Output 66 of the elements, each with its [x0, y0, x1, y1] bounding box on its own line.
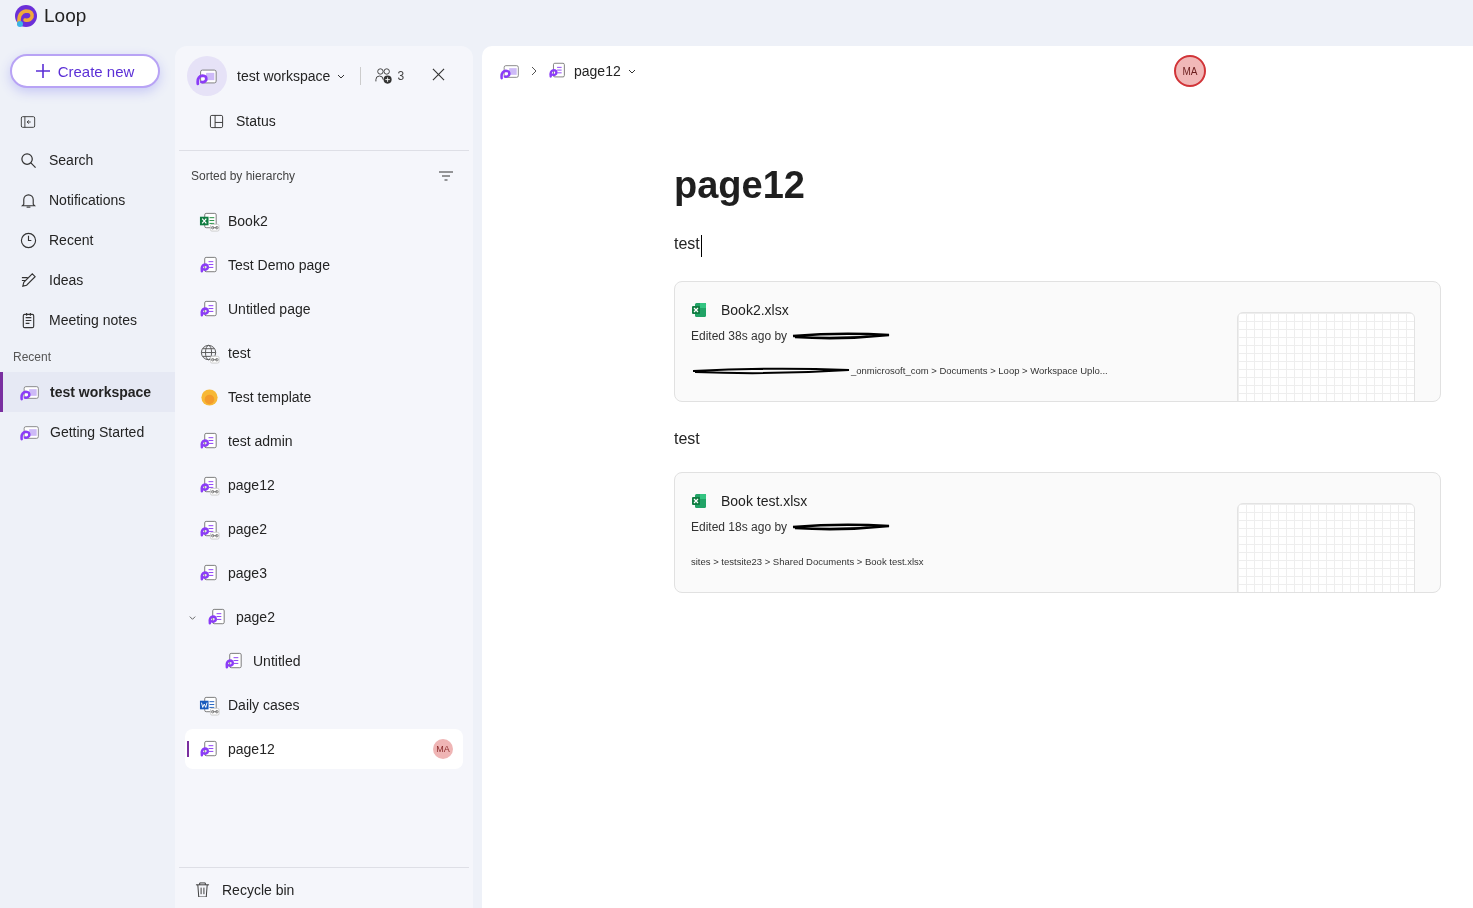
- workspace-icon: [196, 66, 218, 86]
- page-tree-item[interactable]: page2: [185, 509, 463, 549]
- page-tree-item[interactable]: Test template: [185, 377, 463, 417]
- trash-icon: [195, 882, 210, 897]
- page-tree-item[interactable]: Test Demo page: [185, 245, 463, 285]
- workspace-switcher[interactable]: test workspace: [237, 68, 347, 84]
- file-card[interactable]: Book2.xlsx Edited 38s ago by _onmicrosoft_com > Documents > Loop > Workspace Uplo...: [674, 281, 1441, 402]
- plus-icon: [35, 61, 50, 81]
- loop-page-icon: [548, 61, 568, 81]
- filter-icon: [439, 171, 453, 181]
- recent-workspace-item[interactable]: Getting Started: [0, 412, 175, 452]
- file-path: _onmicrosoft_com > Documents > Loop > Workspace Uplo...: [851, 365, 1108, 376]
- page-tree-item[interactable]: Untitled: [185, 641, 463, 681]
- nav-item[interactable]: Recent: [49, 232, 94, 248]
- loop-logo-icon: [14, 4, 38, 28]
- nav-search-icon: [20, 151, 37, 169]
- page-tree-item[interactable]: page3: [185, 553, 463, 593]
- page-tree-item[interactable]: page12 MA: [185, 729, 463, 769]
- workspace-icon: [20, 423, 40, 441]
- paragraph-text: test: [674, 430, 700, 447]
- excel-icon: [691, 493, 707, 509]
- page-tree-item[interactable]: page2: [185, 597, 463, 637]
- workspace-icon: [20, 383, 40, 401]
- page-tree-item[interactable]: Untitled page: [185, 289, 463, 329]
- user-avatar: MA: [433, 739, 453, 759]
- workspace-icon: [500, 62, 520, 80]
- nav-clock-icon: [20, 231, 37, 249]
- nav-item[interactable]: Meeting notes: [49, 312, 137, 328]
- recent-workspace-item[interactable]: test workspace: [0, 372, 175, 412]
- workspace-name: Getting Started: [50, 424, 145, 440]
- file-path: sites > testsite23 > Shared Documents > Book test.xlsx: [691, 556, 924, 567]
- page-tree-item[interactable]: page12: [185, 465, 463, 505]
- nav-item[interactable]: Notifications: [49, 192, 126, 208]
- excel-icon: [691, 302, 707, 318]
- nav-bell-icon: [20, 191, 37, 209]
- page-breadcrumb[interactable]: page12: [548, 61, 637, 81]
- status-link[interactable]: Status: [236, 113, 276, 129]
- page-tree-item[interactable]: Book2: [185, 201, 463, 241]
- page-title: page12: [674, 164, 806, 207]
- nav-notes-icon: [20, 311, 37, 329]
- page-tree-item[interactable]: test admin: [185, 421, 463, 461]
- sort-label: Sorted by hierarchy: [191, 169, 296, 183]
- file-name[interactable]: Book test.xlsx: [721, 493, 808, 509]
- nav-pencil-icon: [20, 271, 37, 289]
- create-new-button[interactable]: Create new: [10, 54, 160, 88]
- file-name[interactable]: Book2.xlsx: [721, 302, 789, 318]
- members-button[interactable]: 3: [375, 67, 405, 85]
- table-icon: [209, 113, 224, 129]
- page-tree-item[interactable]: Daily cases: [185, 685, 463, 725]
- paragraph-text: test: [674, 235, 702, 257]
- people-add-icon: [375, 67, 394, 85]
- nav-item[interactable]: Ideas: [49, 272, 84, 288]
- chevron-right-icon: [530, 66, 538, 76]
- nav-item[interactable]: Search: [49, 152, 94, 168]
- edited-info: Edited 18s ago by: [691, 520, 788, 534]
- app-name: Loop: [44, 5, 87, 27]
- close-icon: [432, 68, 445, 81]
- recycle-bin-link[interactable]: Recycle bin: [222, 882, 295, 898]
- edited-info: Edited 38s ago by: [691, 329, 788, 343]
- workspace-avatar[interactable]: [187, 56, 227, 96]
- file-card[interactable]: Book test.xlsx Edited 18s ago by sites > testsite23 > Shared Documents > Book test.xlsx: [674, 472, 1441, 593]
- section-heading: Recent: [13, 350, 53, 364]
- collapse-sidebar-icon: [20, 114, 36, 130]
- page-tree-item[interactable]: test: [185, 333, 463, 373]
- workspace-name: test workspace: [50, 384, 152, 400]
- user-avatar[interactable]: MA: [1174, 55, 1206, 87]
